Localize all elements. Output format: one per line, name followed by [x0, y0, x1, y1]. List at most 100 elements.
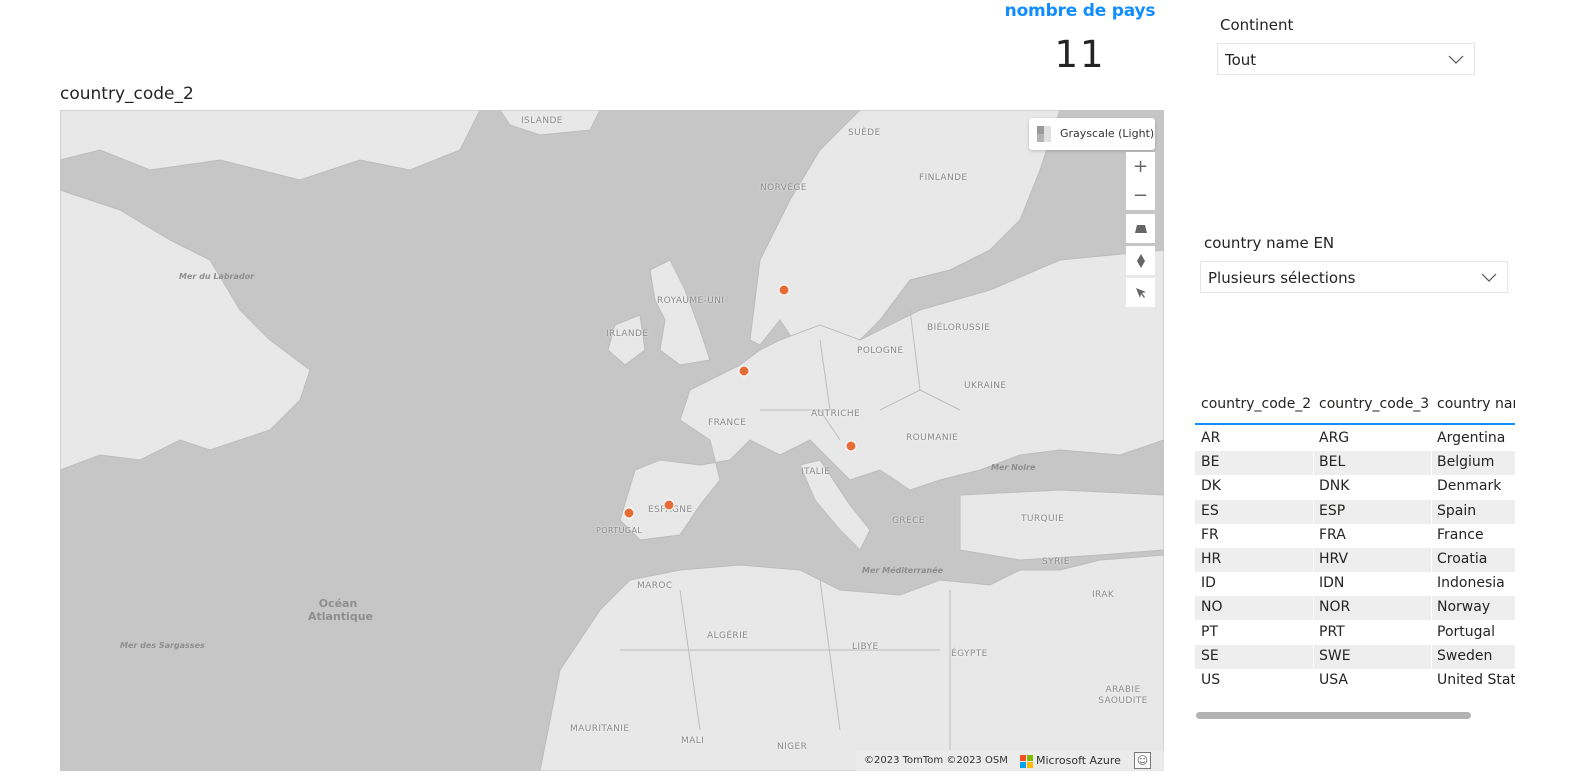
map-label: PORTUGAL: [596, 526, 643, 535]
map-title: country_code_2: [60, 84, 194, 104]
table-cell: SE: [1201, 647, 1219, 664]
map-label: GRÈCE: [892, 516, 925, 526]
map-label: AUTRICHE: [811, 409, 861, 419]
table-row[interactable]: AR ARG Argentina: [1195, 427, 1515, 451]
column-divider: [1313, 596, 1314, 621]
country-table: country_code_2 country_code_3 country na…: [1195, 390, 1515, 690]
table-cell: Spain: [1437, 502, 1477, 519]
country-name-selected-value: Plusieurs sélections: [1208, 269, 1356, 287]
pitch-button[interactable]: [1126, 214, 1155, 243]
map-pin-denmark[interactable]: [778, 284, 790, 296]
column-header[interactable]: country name EN: [1437, 396, 1515, 412]
table-cell: HRV: [1319, 551, 1349, 567]
map-label: FINLANDE: [919, 173, 968, 183]
pitch-icon: [1134, 224, 1147, 233]
map-style-swatch-icon: [1037, 126, 1051, 142]
column-divider: [1431, 572, 1432, 597]
table-cell: NOR: [1319, 599, 1351, 616]
table-row[interactable]: NO NOR Norway: [1195, 596, 1515, 621]
map-label: NORVÈGE: [760, 183, 807, 193]
table-cell: Argentina: [1437, 430, 1506, 446]
table-cell: FRA: [1319, 526, 1346, 543]
column-divider: [1431, 620, 1432, 645]
table-cell: ARG: [1319, 430, 1350, 446]
map-label: POLOGNE: [857, 346, 904, 356]
column-divider: [1431, 427, 1432, 451]
column-header[interactable]: country_code_2: [1201, 396, 1311, 412]
map-pin-belgium[interactable]: [738, 365, 750, 377]
continent-dropdown[interactable]: Tout: [1217, 43, 1475, 75]
table-header: country_code_2 country_code_3 country na…: [1195, 390, 1515, 425]
zoom-out-button[interactable]: −: [1126, 181, 1155, 210]
table-row[interactable]: FR FRA France: [1195, 523, 1515, 548]
zoom-in-button[interactable]: +: [1126, 152, 1155, 181]
column-divider: [1431, 499, 1432, 524]
map-label: ITALIE: [801, 467, 831, 477]
map-label: MAROC: [637, 581, 673, 591]
reset-view-button[interactable]: [1126, 278, 1155, 307]
map-style-label: Grayscale (Light): [1060, 127, 1155, 140]
map-style-picker[interactable]: Grayscale (Light): [1029, 118, 1155, 150]
map-label: ARABIE SAOUDITE: [1098, 685, 1148, 706]
column-divider: [1313, 427, 1314, 451]
table-cell: Norway: [1437, 599, 1491, 616]
table-cell: SWE: [1319, 647, 1351, 664]
column-divider: [1313, 451, 1314, 476]
table-row[interactable]: PT PRT Portugal: [1195, 620, 1515, 645]
table-row[interactable]: US USA United States: [1195, 669, 1515, 690]
table-cell: BEL: [1319, 454, 1346, 471]
map-canvas[interactable]: ISLANDE SUÈDE NORVÈGE FINLANDE ROYAUME-U…: [60, 110, 1164, 771]
table-cell: Indonesia: [1437, 575, 1505, 592]
continent-slicer-title: Continent: [1220, 16, 1294, 34]
table-cell: Sweden: [1437, 647, 1493, 664]
map-label: ROYAUME-UNI: [657, 296, 725, 306]
table-row[interactable]: BE BEL Belgium: [1195, 451, 1515, 476]
table-cell: FR: [1201, 526, 1219, 543]
table-row[interactable]: HR HRV Croatia: [1195, 548, 1515, 572]
column-divider: [1431, 596, 1432, 621]
table-cell: ESP: [1319, 502, 1346, 519]
chevron-down-icon: [1448, 55, 1464, 64]
column-divider: [1431, 548, 1432, 572]
map-label: SYRIE: [1042, 557, 1070, 567]
table-cell: ID: [1201, 575, 1216, 592]
column-header[interactable]: country_code_3: [1319, 396, 1429, 412]
map-label: Océan Atlantique: [308, 597, 373, 623]
map-label: ISLANDE: [521, 116, 563, 126]
map-label: NIGER: [777, 742, 808, 752]
kpi-value: 11: [1054, 33, 1106, 76]
compass-button[interactable]: [1126, 246, 1155, 275]
country-name-dropdown[interactable]: Plusieurs sélections: [1200, 261, 1508, 293]
map-pin-spain[interactable]: [663, 499, 675, 511]
map-pin-portugal[interactable]: [623, 507, 635, 519]
table-cell: NO: [1201, 599, 1223, 616]
column-divider: [1431, 475, 1432, 500]
map-label: LIBYE: [852, 642, 879, 652]
feedback-smiley-icon[interactable]: ☺: [1134, 752, 1151, 769]
map-label: SUÈDE: [848, 128, 881, 138]
kpi-title: nombre de pays: [1004, 1, 1156, 21]
table-cell: PT: [1201, 623, 1218, 640]
map-label: Mer Noire: [991, 463, 1036, 472]
table-cell: United States: [1437, 672, 1515, 688]
table-row[interactable]: ES ESP Spain: [1195, 499, 1515, 524]
continent-selected-value: Tout: [1225, 51, 1257, 69]
azure-brand-text: Microsoft Azure: [1036, 754, 1121, 767]
map-basemap: [60, 110, 1164, 771]
country-name-slicer-title: country name EN: [1204, 234, 1335, 252]
column-divider: [1431, 523, 1432, 548]
table-cell: Belgium: [1437, 454, 1495, 471]
table-horizontal-scrollbar[interactable]: [1196, 712, 1471, 719]
column-divider: [1313, 669, 1314, 690]
table-cell: France: [1437, 526, 1484, 543]
table-row[interactable]: DK DNK Denmark: [1195, 475, 1515, 500]
map-pin-croatia[interactable]: [845, 440, 857, 452]
map-label: FRANCE: [708, 418, 747, 428]
column-divider: [1313, 644, 1314, 669]
map-label: ÉGYPTE: [951, 649, 988, 659]
table-row[interactable]: ID IDN Indonesia: [1195, 572, 1515, 597]
copyright-text: ©2023 TomTom ©2023 OSM: [864, 755, 1008, 766]
column-divider: [1313, 499, 1314, 524]
map-label: Mer du Labrador: [179, 272, 255, 281]
table-row[interactable]: SE SWE Sweden: [1195, 644, 1515, 669]
